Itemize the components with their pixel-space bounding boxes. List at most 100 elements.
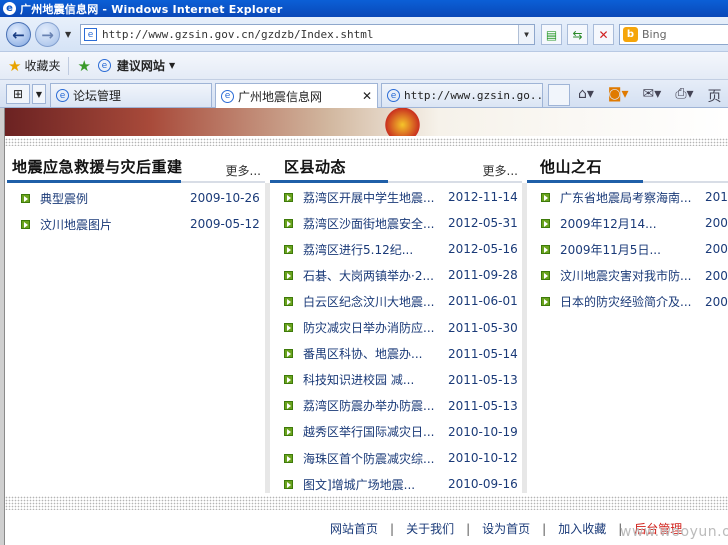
tab-bar: ⊞ ▼ e 论坛管理 e 广州地震信息网 ✕ e http://www.gzsi… xyxy=(0,80,728,108)
bullet-arrow-icon xyxy=(541,192,550,202)
item-link[interactable]: 汶川地震图片 xyxy=(40,216,112,233)
item-link[interactable]: 典型震例 xyxy=(40,190,88,207)
column-header: 区县动态 更多... xyxy=(270,150,522,183)
refresh-icon[interactable]: ⇆ xyxy=(567,24,588,45)
list-item[interactable]: 白云区纪念汶川大地震... 2011-06-01 xyxy=(270,288,522,314)
suggested-sites-button[interactable]: 建议网站 xyxy=(117,57,165,74)
item-link[interactable]: 日本的防灾经验简介及... xyxy=(560,293,691,310)
stop-icon[interactable]: ✕ xyxy=(593,24,614,45)
item-link[interactable]: 荔湾区沙面街地震安全... xyxy=(303,215,434,232)
footer-link-home[interactable]: 网站首页 xyxy=(330,522,378,536)
item-date: 2010 xyxy=(705,190,728,204)
list-item[interactable]: 石碁、大岗两镇举办·2... 2011-09-28 xyxy=(270,262,522,288)
list-item[interactable]: 图文]增城广场地震... 2010-09-16 xyxy=(270,471,522,497)
forward-arrow-icon[interactable]: → xyxy=(35,22,60,47)
column-title: 区县动态 xyxy=(284,158,347,176)
tab-list-chevron-down-icon[interactable]: ▼ xyxy=(32,84,46,104)
dotted-divider xyxy=(5,138,728,146)
list-item[interactable]: 防灾减灾日举办消防应... 2011-05-30 xyxy=(270,315,522,341)
list-item[interactable]: 番禺区科协、地震办... 2011-05-14 xyxy=(270,341,522,367)
list-item[interactable]: 日本的防灾经验简介及... 2009 xyxy=(527,289,728,315)
more-link[interactable]: 更多... xyxy=(226,162,261,179)
item-link[interactable]: 图文]增城广场地震... xyxy=(303,476,415,493)
ie-page-icon: e xyxy=(221,89,234,103)
item-link[interactable]: 越秀区举行国际减灾日... xyxy=(303,423,434,440)
tab-label: 广州地震信息网 xyxy=(238,89,323,104)
print-icon[interactable]: ⎙▾ xyxy=(675,86,693,106)
list-item[interactable]: 2009年12月14... 2009 xyxy=(527,210,728,236)
search-input[interactable]: Bing xyxy=(642,28,667,41)
list-item[interactable]: 2009年11月5日... 2009 xyxy=(527,236,728,262)
close-tab-icon[interactable]: ✕ xyxy=(362,89,372,103)
item-date: 2012-11-14 xyxy=(448,190,518,204)
footer-link-set-homepage[interactable]: 设为首页 xyxy=(482,522,530,536)
quick-tabs-icon[interactable]: ⊞ xyxy=(6,84,30,104)
list-item[interactable]: 典型震例 2009-10-26 xyxy=(7,185,265,211)
footer-link-about[interactable]: 关于我们 xyxy=(406,522,454,536)
item-link[interactable]: 防灾减灾日举办消防应... xyxy=(303,319,434,336)
tab-gzsin-url[interactable]: e http://www.gzsin.go... xyxy=(381,83,543,107)
item-date: 2009 xyxy=(705,268,728,283)
item-link[interactable]: 荔湾区防震办举办防震... xyxy=(303,397,434,414)
item-link[interactable]: 2009年11月5日... xyxy=(560,241,661,258)
bullet-arrow-icon xyxy=(284,296,293,306)
favorites-button[interactable]: 收藏夹 xyxy=(24,57,60,74)
suggested-sites-chevron-down-icon[interactable]: ▼ xyxy=(169,61,175,70)
item-link[interactable]: 白云区纪念汶川大地震... xyxy=(303,293,434,310)
favorites-star-icon[interactable]: ★ xyxy=(8,57,21,75)
item-link[interactable]: 广东省地震局考察海南... xyxy=(560,189,691,206)
item-link[interactable]: 汶川地震灾害对我市防... xyxy=(560,267,691,284)
list-item[interactable]: 海珠区首个防震减灾综... 2010-10-12 xyxy=(270,445,522,471)
address-input[interactable]: http://www.gzsin.gov.cn/gzdzb/Index.shtm… xyxy=(102,28,374,41)
column-rescue-reconstruction: 地震应急救援与灾后重建 更多... 典型震例 2009-10-26 汶川地震图片… xyxy=(7,150,265,232)
tab-label: 论坛管理 xyxy=(73,89,122,103)
item-date: 2010-10-19 xyxy=(448,424,518,439)
home-icon[interactable]: ⌂▾ xyxy=(578,86,594,106)
item-link[interactable]: 海珠区首个防震减灾综... xyxy=(303,450,434,467)
list-item[interactable]: 科技知识进校园 减... 2011-05-13 xyxy=(270,367,522,393)
back-arrow-icon[interactable]: ← xyxy=(6,22,31,47)
item-link[interactable]: 荔湾区开展中学生地震... xyxy=(303,189,434,206)
list-item[interactable]: 汶川地震图片 2009-05-12 xyxy=(7,211,265,237)
item-link[interactable]: 石碁、大岗两镇举办·2... xyxy=(303,267,434,284)
new-tab-button[interactable] xyxy=(548,84,570,106)
item-link[interactable]: 科技知识进校园 减... xyxy=(303,371,414,388)
site-banner xyxy=(5,108,728,136)
item-link[interactable]: 2009年12月14... xyxy=(560,215,657,232)
item-link[interactable]: 荔湾区进行5.12纪... xyxy=(303,241,413,258)
item-date: 2011-05-14 xyxy=(448,346,518,361)
list-item[interactable]: 汶川地震灾害对我市防... 2009 xyxy=(527,263,728,289)
bullet-arrow-icon xyxy=(284,427,293,437)
feeds-icon[interactable]: ◙▾ xyxy=(608,86,629,106)
item-date: 2011-05-13 xyxy=(448,372,518,387)
list-item[interactable]: 越秀区举行国际减灾日... 2010-10-19 xyxy=(270,419,522,445)
footer-link-add-favorite[interactable]: 加入收藏 xyxy=(558,522,606,536)
list-item[interactable]: 荔湾区进行5.12纪... 2012-05-16 xyxy=(270,236,522,262)
more-link[interactable]: 更多... xyxy=(483,162,518,179)
address-dropdown-chevron-down-icon[interactable]: ▼ xyxy=(518,25,534,44)
item-date: 2012-05-16 xyxy=(448,242,518,257)
list-item[interactable]: 广东省地震局考察海南... 2010 xyxy=(527,184,728,210)
bullet-arrow-icon xyxy=(284,323,293,332)
address-bar[interactable]: e http://www.gzsin.gov.cn/gzdzb/Index.sh… xyxy=(80,24,535,45)
item-date: 2010-09-16 xyxy=(448,477,518,492)
recent-pages-chevron-down-icon[interactable]: ▼ xyxy=(65,30,71,39)
tab-gzsin-home[interactable]: e 广州地震信息网 ✕ xyxy=(215,83,378,108)
bullet-arrow-icon xyxy=(284,375,293,385)
compatibility-view-icon[interactable]: ▤ xyxy=(541,24,562,45)
title-underline xyxy=(527,180,643,183)
item-link[interactable]: 番禺区科协、地震办... xyxy=(303,345,422,362)
page-menu[interactable]: 页 xyxy=(708,86,722,106)
mail-icon[interactable]: ✉▾ xyxy=(643,86,662,106)
bullet-arrow-icon xyxy=(284,453,293,463)
item-date: 2010-10-12 xyxy=(448,451,518,465)
list-item[interactable]: 荔湾区开展中学生地震... 2012-11-14 xyxy=(270,184,522,210)
dotted-divider xyxy=(5,496,728,510)
search-box[interactable]: b Bing xyxy=(619,24,728,45)
list-item[interactable]: 荔湾区沙面街地震安全... 2012-05-31 xyxy=(270,210,522,236)
divider xyxy=(68,56,70,75)
list-item[interactable]: 荔湾区防震办举办防震... 2011-05-13 xyxy=(270,393,522,419)
add-favorite-icon[interactable]: ★ xyxy=(77,57,90,75)
ie-page-icon: e xyxy=(97,59,111,72)
tab-forum-admin[interactable]: e 论坛管理 xyxy=(50,83,212,107)
